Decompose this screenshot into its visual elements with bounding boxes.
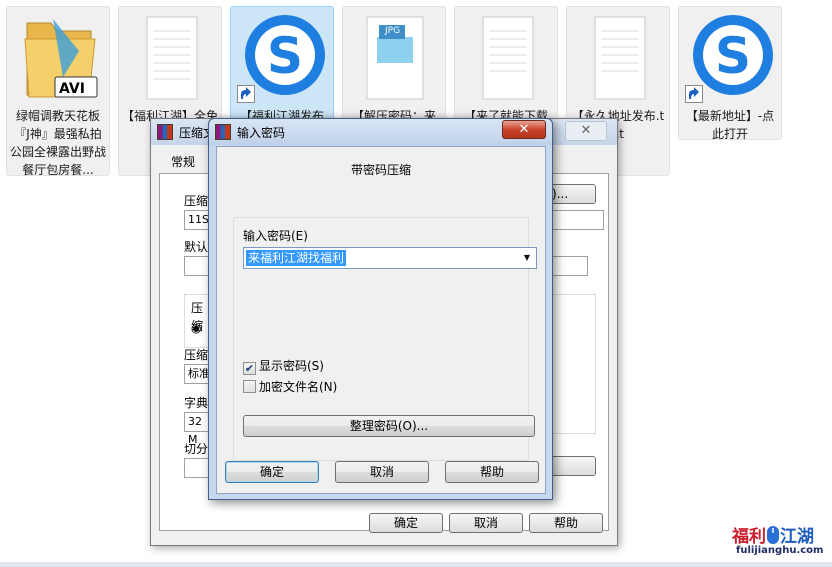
winrar-logo-icon [157,124,173,140]
winrar-logo-icon [215,124,231,140]
password-input-text[interactable]: 来福利江湖找福利 [246,250,347,266]
bottom-strip [0,562,832,567]
show-password-checkbox[interactable]: ✔ [243,362,256,375]
cancel-button[interactable]: 取消 [449,513,523,533]
method-label: 压缩 [184,348,209,362]
desktop-icon-label: 【最新地址】-点此打开 [685,109,775,141]
ok-button[interactable]: 确定 [225,461,319,483]
ok-button[interactable]: 确定 [369,513,443,533]
watermark-title-part2: 江湖 [780,527,814,547]
avi-badge: AVI [59,81,85,97]
enter-password-dialog: 输入密码 ✕ 带密码压缩 输入密码(E) 来福利江湖找福利 ▼ ✔ 显示密码(S)… [208,118,553,500]
radio-icon[interactable]: ◉ [191,319,201,337]
split-label: 切分 [184,442,209,456]
desktop-icon-sogou-shortcut[interactable]: S 【最新地址】-点此打开 [678,6,782,141]
shortcut-arrow-icon [237,85,255,103]
close-button[interactable]: ✕ [565,121,607,141]
cancel-button[interactable]: 取消 [335,461,429,483]
desktop-icon-avi-folder[interactable]: AVI 绿帽调教天花板『J神』最强私拍公园全裸露出野战 餐厅包房餐... [6,6,110,177]
show-password-label: 显示密码(S) [259,359,324,373]
text-file-icon [594,16,646,100]
default-profile-label: 默认 [184,240,209,254]
encrypt-names-label: 加密文件名(N) [259,380,338,394]
organize-passwords-button[interactable]: 整理密码(O)... [243,415,535,437]
dialog-title: 输入密码 [237,126,286,140]
show-password-option[interactable]: ✔ 显示密码(S) [243,357,324,375]
text-file-icon [482,16,534,100]
chevron-down-icon[interactable]: ▼ [520,250,534,266]
encrypt-names-checkbox[interactable] [243,380,256,393]
help-button[interactable]: 帮助 [529,513,603,533]
watermark-title-part1: 福利 [732,527,766,547]
watermark-url: fulijianghu.com [736,545,824,556]
jpg-badge: JPG [385,26,401,36]
close-button[interactable]: ✕ [502,120,546,139]
mouse-icon [767,526,779,544]
archive-name-label: 压缩 [184,194,209,208]
help-button[interactable]: 帮助 [445,461,539,483]
password-label: 输入密码(E) [243,229,308,243]
encrypt-names-option[interactable]: 加密文件名(N) [243,378,337,395]
svg-text:S: S [267,27,303,85]
password-combobox[interactable]: 来福利江湖找福利 ▼ [243,247,537,269]
desktop-icon-label: 绿帽调教天花板『J神』最强私拍公园全裸露出野战 餐厅包房餐... [9,109,106,177]
dialog-heading: 带密码压缩 [350,163,411,177]
text-file-icon [146,16,198,100]
title-bar[interactable]: 输入密码 ✕ [209,119,552,145]
svg-text:S: S [715,27,751,85]
watermark-logo: 福利 江湖 [732,522,814,547]
tab-general[interactable]: 常规 [159,151,209,173]
dialog-body: 带密码压缩 输入密码(E) 来福利江湖找福利 ▼ ✔ 显示密码(S) 加密文件名(… [216,146,546,494]
shortcut-arrow-icon [685,85,703,103]
dictionary-label: 字典 [184,396,209,410]
